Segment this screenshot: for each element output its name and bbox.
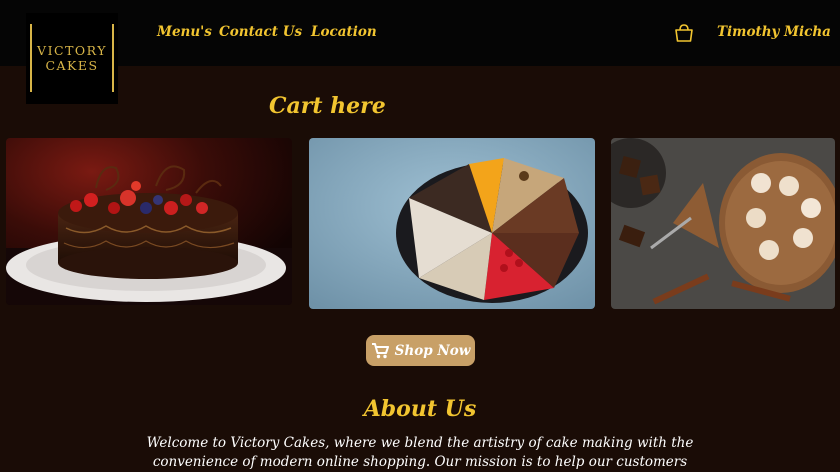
about-paragraph: Welcome to Victory Cakes, where we blend…: [146, 435, 694, 470]
navbar: Menu's Contact Us Location Timothy Micha: [0, 0, 840, 66]
nav-contact-link[interactable]: Contact Us: [219, 24, 302, 40]
logo-text-line2: CAKES: [45, 58, 99, 73]
logo-frame: VICTORY CAKES: [30, 24, 114, 92]
logo[interactable]: VICTORY CAKES: [26, 13, 118, 104]
nav-menu-link[interactable]: Menu's: [157, 24, 212, 40]
shop-now-label: Shop Now: [394, 342, 471, 359]
about-heading: About Us: [363, 396, 477, 422]
nav-location-link[interactable]: Location: [311, 24, 377, 40]
cart-heading: Cart here: [269, 93, 386, 119]
cake-photo-3: [611, 138, 835, 309]
logo-text-line1: VICTORY: [37, 43, 107, 58]
cake-photo-1: [6, 138, 292, 305]
cart-icon[interactable]: [673, 22, 695, 44]
user-name[interactable]: Timothy Micha: [717, 24, 831, 40]
cake-photo-2: [309, 138, 595, 309]
shop-now-button[interactable]: Shop Now: [366, 335, 475, 366]
shopping-cart-icon: [371, 342, 389, 358]
